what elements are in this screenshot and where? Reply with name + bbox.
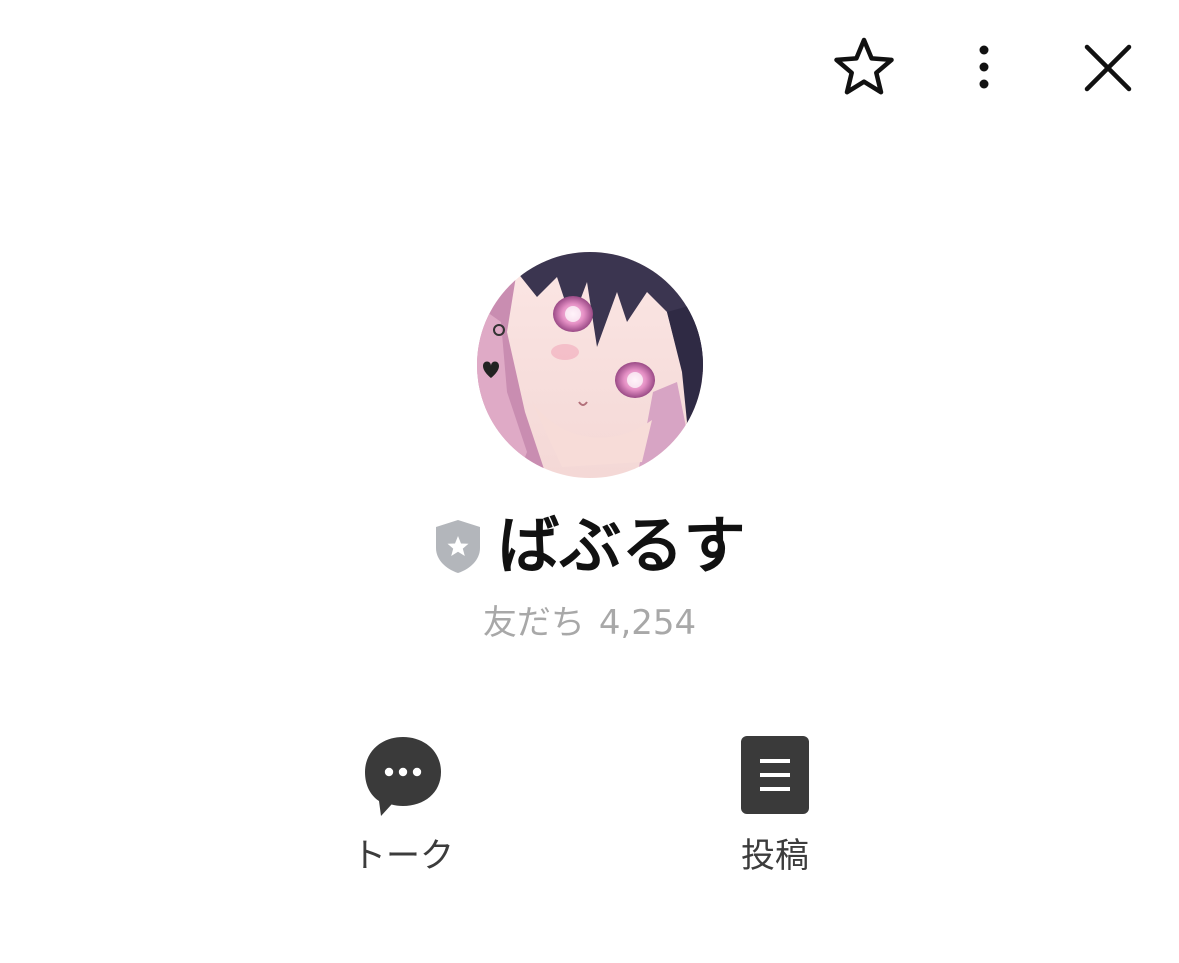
star-icon[interactable] <box>830 34 898 100</box>
talk-button[interactable]: トーク <box>318 734 488 878</box>
talk-label: トーク <box>352 836 454 876</box>
avatar[interactable] <box>477 252 703 478</box>
post-label: 投稿 <box>741 836 809 876</box>
profile-name: ばぶるす <box>497 509 746 582</box>
profile-page: ばぶるす 友だち 4,254 トーク 投稿 <box>0 0 1179 963</box>
friends-count: 友だち 4,254 <box>0 600 1179 646</box>
profile-name-row: ばぶるす <box>0 508 1179 584</box>
post-button[interactable]: 投稿 <box>690 734 860 878</box>
post-list-icon <box>741 736 809 814</box>
close-icon[interactable] <box>1076 36 1140 100</box>
verified-shield-icon <box>436 520 481 573</box>
friends-number: 4,254 <box>598 603 697 643</box>
chat-bubble-icon <box>365 737 441 816</box>
friends-label: 友だち <box>482 603 585 643</box>
more-options-icon[interactable] <box>962 38 1006 96</box>
